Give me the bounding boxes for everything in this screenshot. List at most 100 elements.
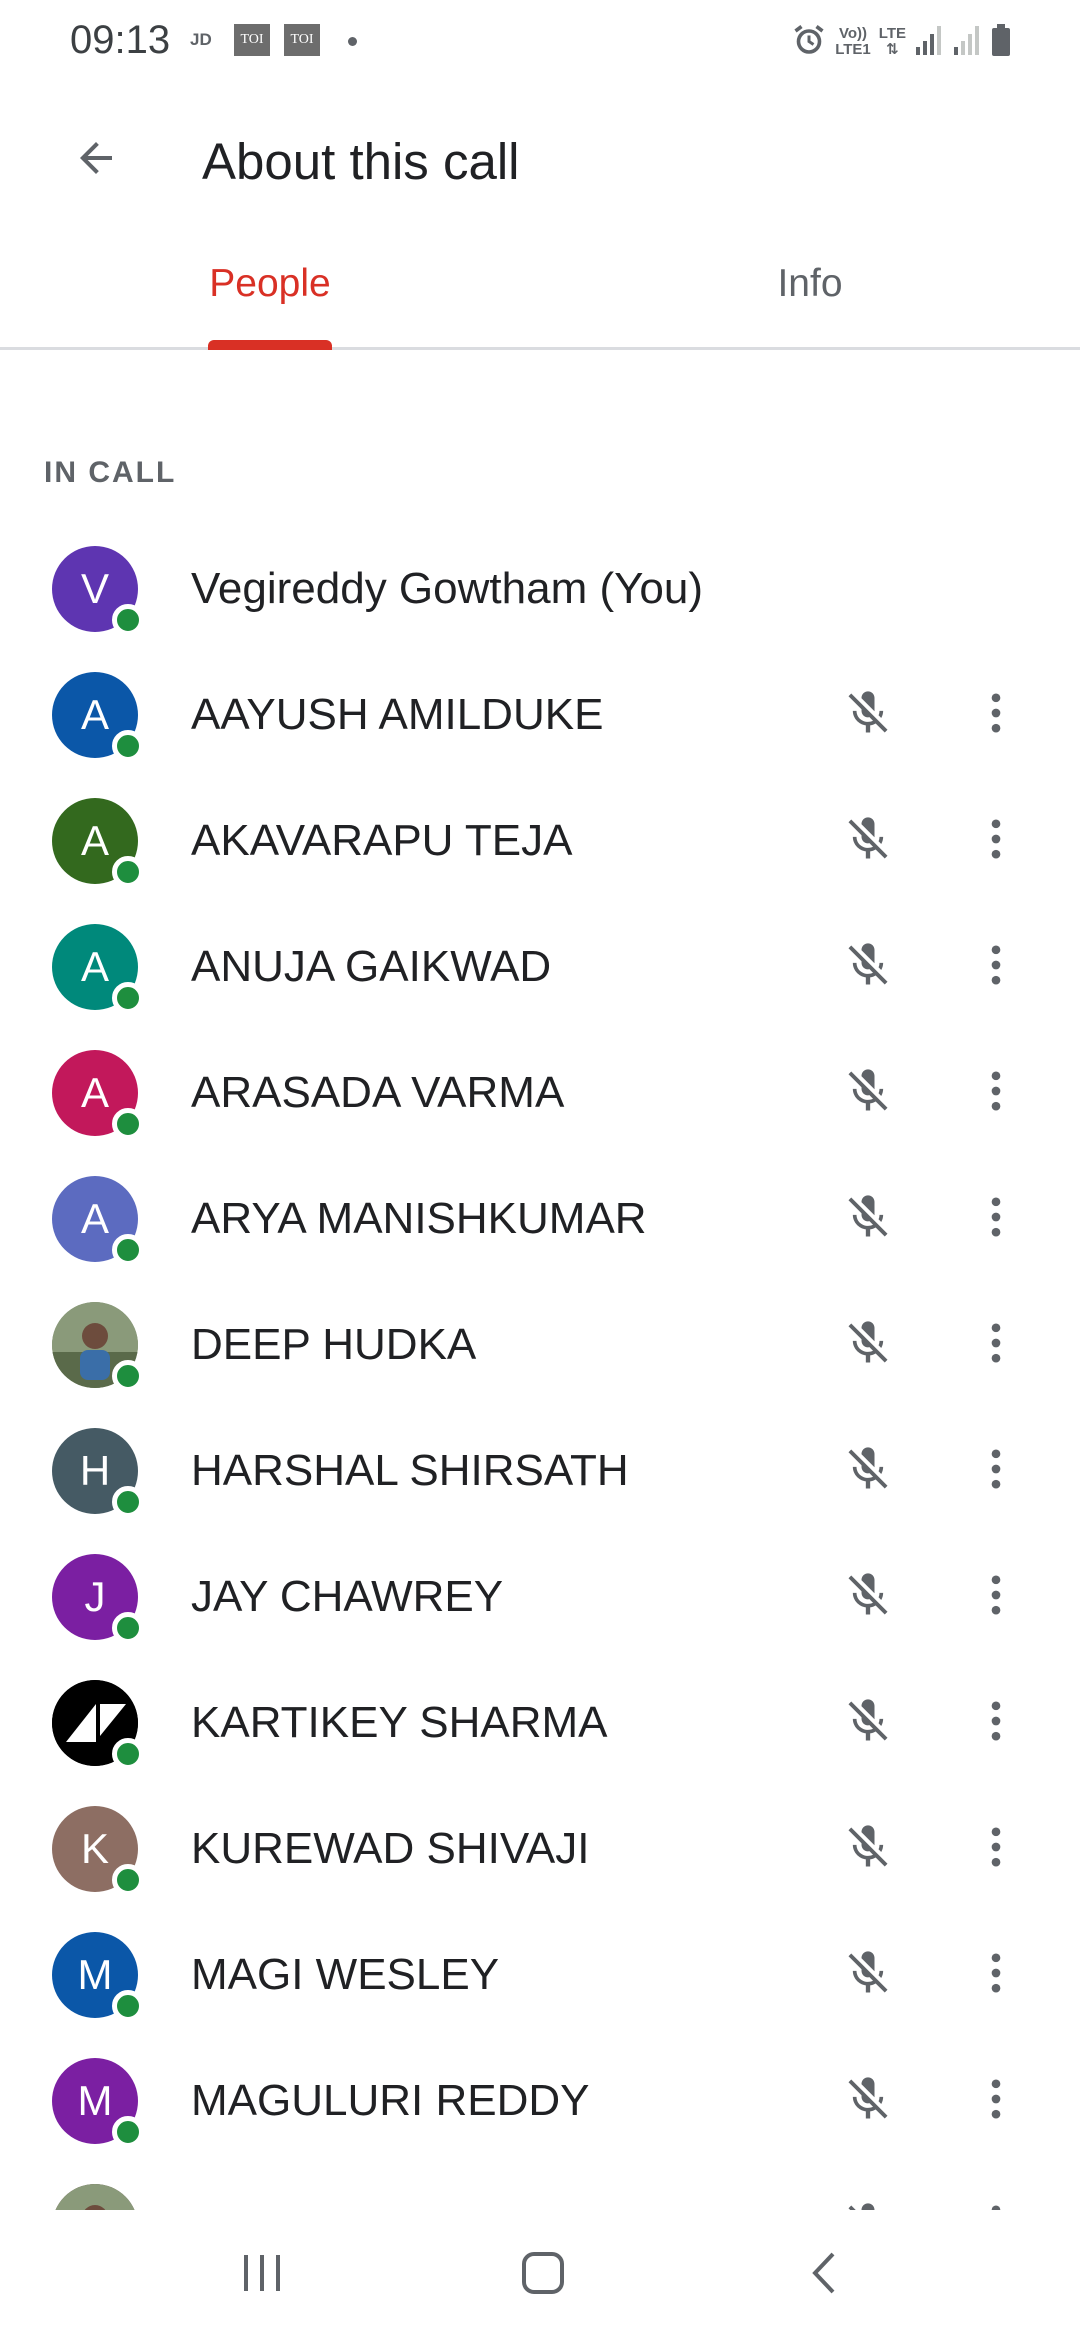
mic-off-icon [842,1947,894,2004]
recents-button[interactable] [202,2230,322,2320]
mic-status-button[interactable] [832,1939,904,2011]
back-button[interactable] [56,120,136,200]
mic-off-icon [842,1695,894,1752]
mic-status-button[interactable] [832,1561,904,1633]
mic-status-button[interactable] [832,1435,904,1507]
participant-name: MAGULURI REDDY [191,2076,590,2125]
participant-row[interactable]: V Vegireddy Gowtham (You) [0,526,1080,652]
tab-people[interactable]: People [0,234,540,350]
online-status-dot [112,1738,144,1770]
carrier-label: JD [190,30,212,49]
online-status-dot [112,730,144,762]
participant-row[interactable]: M MAGI WESLEY [0,1912,1080,2038]
mic-off-icon [842,2073,894,2130]
more-vert-icon [970,1065,1022,1122]
more-vert-icon [970,1947,1022,2004]
mic-status-button[interactable] [832,679,904,751]
more-vert-icon [970,1569,1022,1626]
mic-off-icon [842,813,894,870]
participant-row[interactable]: MANDUGULA ABHIJITH [0,2164,1080,2210]
participant-name: ARYA MANISHKUMAR [191,1194,647,1243]
avatar-initial: H [79,1447,111,1494]
avatar-initial: A [80,691,109,738]
online-status-dot [112,1360,144,1392]
mic-status-button[interactable] [832,2065,904,2137]
participant-row[interactable]: A ARYA MANISHKUMAR [0,1156,1080,1282]
tab-bar: People Info [0,234,1080,350]
tab-info[interactable]: Info [540,234,1080,347]
mic-status-button[interactable] [832,2191,904,2210]
active-tab-indicator [208,340,332,350]
more-options-button[interactable] [966,2065,1026,2137]
participant-row[interactable]: M MAGULURI REDDY [0,2038,1080,2164]
avatar-initial: J [84,1573,106,1620]
participant-row[interactable]: A ANUJA GAIKWAD [0,904,1080,1030]
avatar-initial: A [80,1195,109,1242]
mic-status-button[interactable] [832,1687,904,1759]
mic-off-icon [842,1317,894,1374]
avatar-initial: K [80,1825,109,1872]
toi-notification-icon: TOI [234,24,270,56]
more-options-button[interactable] [966,1057,1026,1129]
mic-off-icon [842,939,894,996]
more-options-button[interactable] [966,1183,1026,1255]
online-status-dot [112,1108,144,1140]
participant-row[interactable]: A ARASADA VARMA [0,1030,1080,1156]
volte-indicator: Vo)) LTE1 [835,25,871,58]
participant-row[interactable]: K KUREWAD SHIVAJI [0,1786,1080,1912]
mic-off-icon [842,1191,894,1248]
participant-row[interactable]: H HARSHAL SHIRSATH [0,1408,1080,1534]
mic-status-button[interactable] [832,931,904,1003]
more-options-button[interactable] [966,1435,1026,1507]
participant-name: MAGI WESLEY [191,1950,500,1999]
participant-name: JAY CHAWREY [191,1572,504,1621]
tab-label: People [209,262,331,305]
signal-icon [914,23,944,62]
mic-off-icon [842,1821,894,1878]
online-status-dot [112,856,144,888]
home-button[interactable] [483,2230,603,2320]
participant-name: DEEP HUDKA [191,1320,477,1369]
participant-name: KUREWAD SHIVAJI [191,1824,590,1873]
more-vert-icon [970,2199,1022,2210]
more-options-button[interactable] [966,1687,1026,1759]
participant-row[interactable]: J JAY CHAWREY [0,1534,1080,1660]
more-vert-icon [970,1821,1022,1878]
participant-row[interactable]: KARTIKEY SHARMA [0,1660,1080,1786]
more-options-button[interactable] [966,1939,1026,2011]
mic-status-button[interactable] [832,805,904,877]
signal-weak-icon [952,23,982,62]
participant-row[interactable]: A AAYUSH AMILDUKE [0,652,1080,778]
avatar-initial: M [77,1951,113,1998]
mic-off-icon [842,687,894,744]
more-notifications-dot [348,37,357,46]
lte-indicator: LTE ⇅ [878,25,906,58]
more-options-button[interactable] [966,931,1026,1003]
avatar-initial: A [80,1069,109,1116]
status-bar: 09:13 JD TOI TOI Vo)) LTE1 LTE ⇅ [0,0,1080,84]
system-back-button[interactable] [764,2230,884,2320]
more-options-button[interactable] [966,1309,1026,1381]
avatar-initial: M [77,2077,113,2124]
home-icon [520,2250,566,2301]
mic-status-button[interactable] [832,1309,904,1381]
mic-status-button[interactable] [832,1813,904,1885]
mic-status-button[interactable] [832,1183,904,1255]
more-vert-icon [970,1317,1022,1374]
more-options-button[interactable] [966,805,1026,877]
participant-row[interactable]: A AKAVARAPU TEJA [0,778,1080,904]
more-options-button[interactable] [966,1561,1026,1633]
tab-label: Info [777,262,843,305]
participant-list[interactable]: V Vegireddy Gowtham (You) A AAYUSH AMILDUKE… [0,526,1080,2210]
more-options-button[interactable] [966,679,1026,751]
more-options-button[interactable] [966,2191,1026,2210]
toi-notification-icon: TOI [284,24,320,56]
mic-status-button[interactable] [832,1057,904,1129]
online-status-dot [112,1864,144,1896]
back-icon [809,2250,839,2301]
more-vert-icon [970,1443,1022,1500]
alarm-icon [791,22,827,63]
more-options-button[interactable] [966,1813,1026,1885]
participant-row[interactable]: DEEP HUDKA [0,1282,1080,1408]
status-time: 09:13 [70,18,171,62]
